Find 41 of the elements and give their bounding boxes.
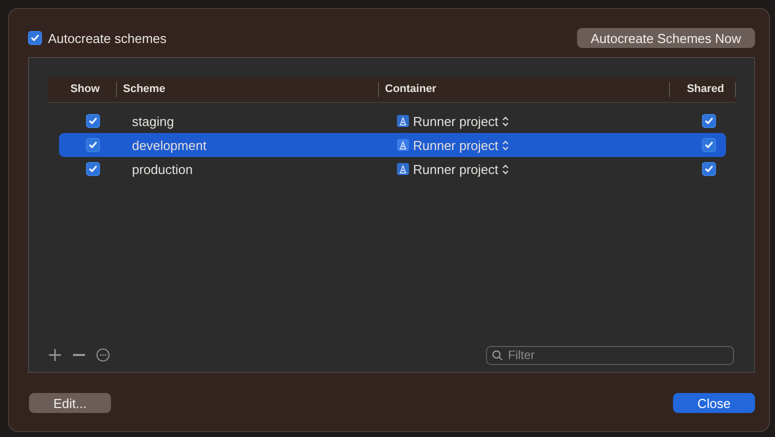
- scheme-name: production: [132, 162, 193, 176]
- more-icon[interactable]: [96, 348, 110, 362]
- container-popup[interactable]: Runner project: [413, 114, 498, 128]
- show-checkbox[interactable]: [86, 138, 100, 152]
- scheme-row[interactable]: development Runner project: [59, 133, 726, 157]
- scheme-row[interactable]: production Runner project: [59, 157, 726, 181]
- scheme-row[interactable]: staging Runner project: [59, 109, 726, 133]
- shared-checkbox[interactable]: [702, 162, 716, 176]
- up-down-chevron-icon: [502, 140, 510, 150]
- checkmark-icon: [30, 33, 40, 43]
- column-header[interactable]: Container: [378, 82, 669, 97]
- project-icon: [397, 139, 409, 151]
- up-down-chevron-icon: [502, 116, 510, 126]
- column-header[interactable]: Shared: [669, 82, 736, 97]
- checkmark-icon: [704, 140, 714, 150]
- project-icon: [397, 115, 409, 127]
- show-checkbox[interactable]: [86, 114, 100, 128]
- edit-button[interactable]: Edit...: [29, 393, 111, 413]
- checkmark-icon: [88, 116, 98, 126]
- search-icon: [492, 350, 503, 360]
- checkmark-icon: [88, 140, 98, 150]
- scheme-name: staging: [132, 114, 174, 128]
- checkmark-icon: [704, 164, 714, 174]
- up-down-chevron-icon: [502, 164, 510, 174]
- autocreate-now-button[interactable]: Autocreate Schemes Now: [576, 28, 755, 48]
- autocreate-label: Autocreate schemes: [48, 30, 167, 46]
- column-header[interactable]: Scheme: [116, 82, 378, 97]
- close-button[interactable]: Close: [673, 393, 755, 413]
- scheme-name: development: [132, 138, 206, 152]
- autocreate-checkbox[interactable]: [28, 31, 42, 45]
- show-checkbox[interactable]: [86, 162, 100, 176]
- shared-checkbox[interactable]: [702, 114, 716, 128]
- checkmark-icon: [704, 116, 714, 126]
- column-header[interactable]: Show: [48, 82, 116, 97]
- project-icon: [397, 163, 409, 175]
- shared-checkbox[interactable]: [702, 138, 716, 152]
- container-popup[interactable]: Runner project: [413, 162, 498, 176]
- add-icon[interactable]: [48, 348, 62, 362]
- checkmark-icon: [88, 164, 98, 174]
- container-popup[interactable]: Runner project: [413, 138, 498, 152]
- filter-field[interactable]: Filter: [486, 346, 734, 364]
